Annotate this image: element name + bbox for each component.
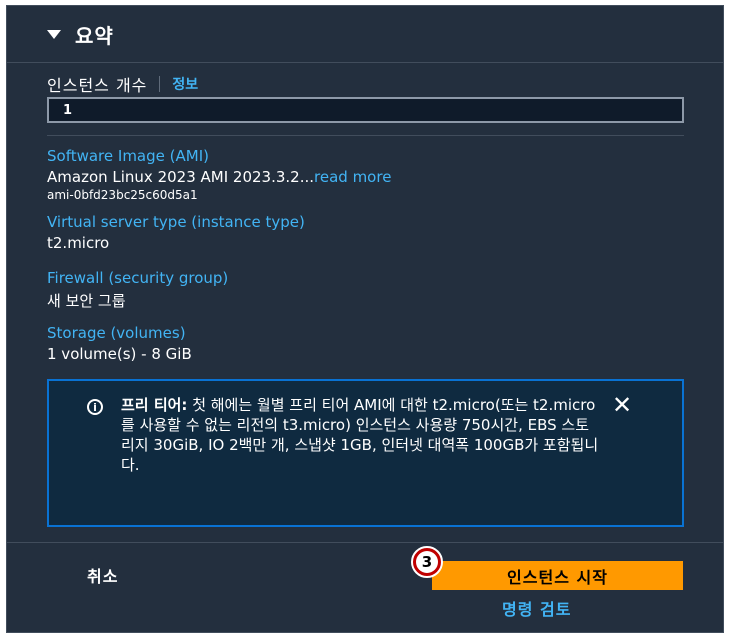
storage-section: Storage (volumes) 1 volume(s) - 8 GiB (47, 324, 192, 363)
free-tier-body: 첫 해에는 월별 프리 티어 AMI에 대한 t2.micro(또는 t2.mi… (121, 396, 599, 474)
read-more-link[interactable]: read more (314, 168, 391, 186)
caret-down-icon[interactable] (47, 29, 61, 39)
cancel-button[interactable]: 취소 (87, 563, 118, 587)
summary-panel: 요약 인스턴스 개수 정보 Software Image (AMI) Amazo… (6, 5, 724, 633)
ami-name: Amazon Linux 2023 AMI 2023.3.2... (47, 168, 315, 186)
launch-instance-button[interactable]: 인스턴스 시작 (432, 561, 683, 590)
summary-header[interactable]: 요약 (7, 6, 723, 63)
info-link[interactable]: 정보 (172, 74, 198, 94)
firewall-value: 새 보안 그룹 (47, 292, 126, 310)
instance-type-link[interactable]: Virtual server type (instance type) (47, 213, 305, 231)
instance-count-input[interactable] (47, 97, 684, 123)
review-commands-link[interactable]: 명령 검토 (502, 596, 571, 620)
info-icon: i (87, 399, 103, 415)
firewall-link[interactable]: Firewall (security group) (47, 269, 228, 287)
instance-type-section: Virtual server type (instance type) t2.m… (47, 213, 305, 252)
instance-count-row: 인스턴스 개수 정보 (47, 72, 198, 96)
free-tier-text: 프리 티어: 첫 해에는 월별 프리 티어 AMI에 대한 t2.micro(또… (121, 395, 601, 475)
instance-type-value: t2.micro (47, 234, 110, 252)
footer-divider (7, 542, 723, 543)
free-tier-heading: 프리 티어: (121, 396, 188, 414)
panel-title: 요약 (75, 23, 114, 48)
firewall-section: Firewall (security group) 새 보안 그룹 (47, 269, 228, 311)
step-number: 3 (416, 551, 438, 573)
ami-link[interactable]: Software Image (AMI) (47, 147, 391, 165)
ami-section: Software Image (AMI) Amazon Linux 2023 A… (47, 147, 391, 202)
separator (159, 76, 161, 92)
storage-link[interactable]: Storage (volumes) (47, 324, 192, 342)
step-badge: 3 (411, 546, 443, 578)
divider (47, 135, 684, 136)
ami-id: ami-0bfd23bc25c60d5a1 (47, 188, 198, 202)
instance-count-label: 인스턴스 개수 (47, 76, 148, 95)
ami-value: Amazon Linux 2023 AMI 2023.3.2...read mo… (47, 168, 391, 186)
storage-value: 1 volume(s) - 8 GiB (47, 345, 192, 363)
close-icon[interactable]: ✕ (612, 393, 632, 417)
free-tier-alert: i 프리 티어: 첫 해에는 월별 프리 티어 AMI에 대한 t2.micro… (47, 379, 684, 527)
